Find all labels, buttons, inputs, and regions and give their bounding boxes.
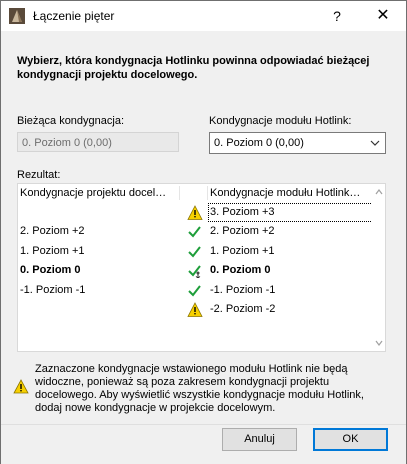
- status-cell: [186, 281, 206, 300]
- target-story-cell: [20, 300, 170, 319]
- scroll-up-icon[interactable]: [375, 189, 383, 195]
- check-icon: [188, 246, 201, 258]
- table-row[interactable]: -1. Poziom -1 -1. Poziom -1: [18, 281, 373, 300]
- instruction-text: Wybierz, która kondygnacja Hotlinku powi…: [17, 55, 370, 81]
- close-button[interactable]: ✕: [360, 1, 406, 31]
- status-cell: [186, 203, 206, 222]
- table-row[interactable]: 2. Poziom +2 2. Poziom +2: [18, 222, 373, 241]
- current-story-label: Bieżąca kondygnacja:: [17, 115, 125, 127]
- hotlink-story-cell: -1. Poziom -1: [210, 283, 276, 296]
- column-divider[interactable]: [179, 186, 180, 200]
- hotlink-story-selected: 0. Poziom 0 (0,00): [214, 137, 304, 149]
- hotlink-story-cell: 2. Poziom +2: [210, 225, 275, 238]
- hotlink-story-select[interactable]: 0. Poziom 0 (0,00): [209, 132, 386, 154]
- column-header-target[interactable]: Kondygnacje projektu docel…: [20, 184, 178, 202]
- title-bar: Łączenie pięter ? ✕: [1, 1, 406, 31]
- scroll-down-icon[interactable]: [375, 340, 383, 346]
- result-table: Kondygnacje projektu docel… Kondygnacje …: [17, 183, 386, 352]
- status-cell: [186, 261, 206, 280]
- archicad-icon: [9, 8, 25, 24]
- result-label: Rezultat:: [17, 169, 61, 181]
- target-story-cell: [20, 203, 170, 222]
- ok-button[interactable]: OK: [313, 428, 388, 451]
- check-anchor-icon: [188, 265, 201, 279]
- vertical-scrollbar[interactable]: [372, 184, 385, 351]
- status-cell: [186, 242, 206, 261]
- dialog-window: Łączenie pięter ? ✕ Wybierz, która kondy…: [0, 0, 407, 464]
- target-story-cell: 2. Poziom +2: [20, 225, 85, 238]
- help-button[interactable]: ?: [314, 1, 360, 31]
- target-story-cell: 0. Poziom 0: [20, 264, 81, 277]
- hotlink-story-cell: 0. Poziom 0: [210, 264, 271, 277]
- current-story-field: 0. Poziom 0 (0,00): [17, 132, 179, 152]
- check-icon: [188, 284, 201, 297]
- cancel-button[interactable]: Anuluj: [222, 428, 297, 451]
- warning-icon: [187, 302, 203, 317]
- target-story-cell: 1. Poziom +1: [20, 244, 85, 257]
- hotlink-story-cell: 1. Poziom +1: [210, 244, 275, 257]
- target-story-cell: -1. Poziom -1: [20, 283, 86, 296]
- check-icon: [188, 226, 201, 238]
- status-cell: [186, 222, 206, 241]
- table-row[interactable]: -2. Poziom -2: [18, 300, 373, 319]
- window-title: Łączenie pięter: [33, 9, 115, 23]
- status-cell: [186, 300, 206, 319]
- column-header-hotlink[interactable]: Kondygnacje modułu Hotlink…: [210, 184, 372, 202]
- warning-icon: [13, 379, 29, 394]
- warning-note: Zaznaczone kondygnacje wstawionego moduł…: [35, 363, 364, 414]
- warning-icon: [187, 205, 203, 220]
- table-row[interactable]: 0. Poziom 0 0. Poziom 0: [18, 261, 373, 280]
- hotlink-story-cell: 3. Poziom +3: [208, 203, 375, 222]
- chevron-down-icon: [370, 140, 380, 146]
- table-row[interactable]: 1. Poziom +1 1. Poziom +1: [18, 242, 373, 261]
- hotlink-story-label: Kondygnacje modułu Hotlink:: [209, 115, 352, 127]
- hotlink-story-cell: -2. Poziom -2: [210, 303, 276, 315]
- column-divider[interactable]: [207, 186, 208, 200]
- table-row[interactable]: 3. Poziom +3: [18, 203, 375, 222]
